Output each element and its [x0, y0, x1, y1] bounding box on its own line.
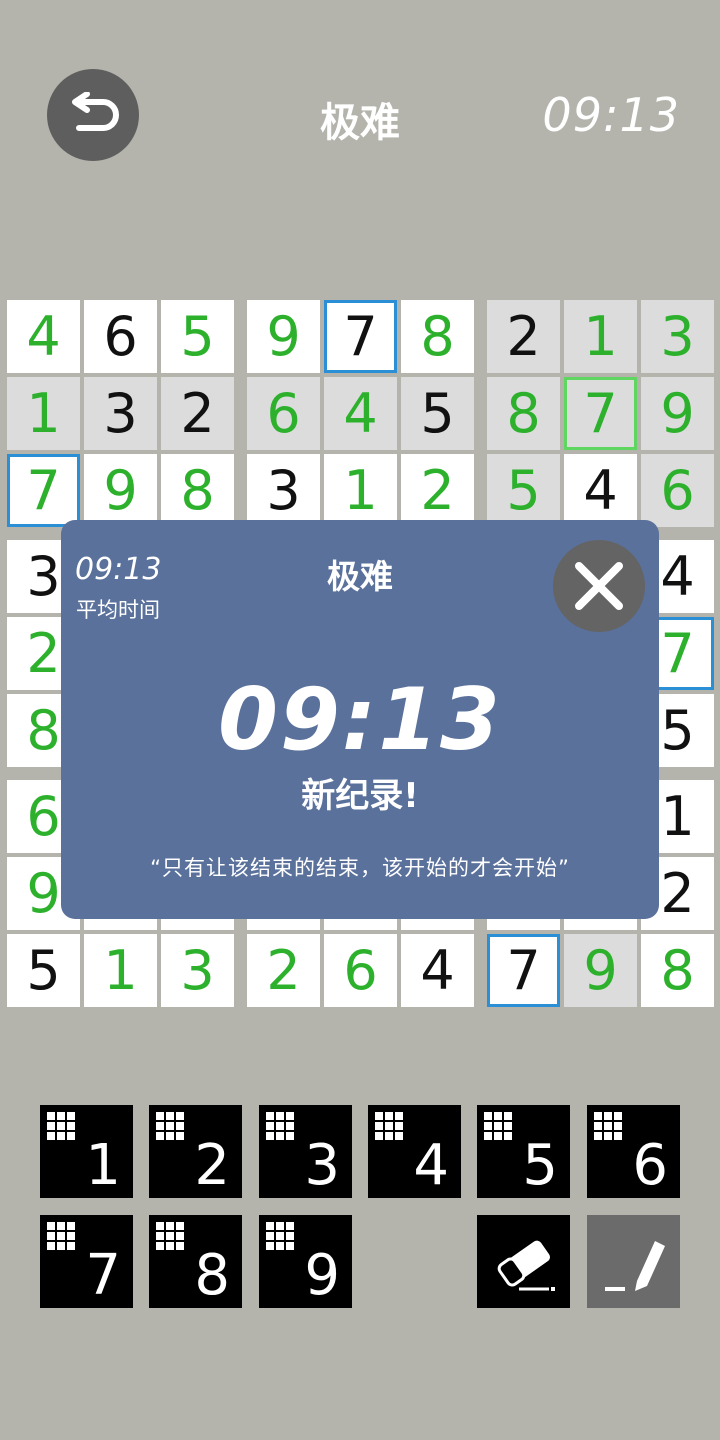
- sudoku-cell[interactable]: 5: [487, 454, 560, 527]
- notes-grid-icon: [484, 1112, 512, 1140]
- sudoku-cell[interactable]: 5: [7, 934, 80, 1007]
- sudoku-cell[interactable]: 1: [564, 300, 637, 373]
- sudoku-cell[interactable]: 2: [401, 454, 474, 527]
- notes-grid-icon: [47, 1222, 75, 1250]
- sudoku-cell[interactable]: 2: [247, 934, 320, 1007]
- sudoku-cell[interactable]: 6: [641, 454, 714, 527]
- sudoku-cell[interactable]: 7: [487, 934, 560, 1007]
- sudoku-cell[interactable]: 9: [84, 454, 157, 527]
- key-number: 3: [304, 1133, 340, 1198]
- sudoku-cell[interactable]: 6: [324, 934, 397, 1007]
- sudoku-cell[interactable]: 3: [641, 300, 714, 373]
- completion-time: 09:13: [218, 670, 502, 770]
- pencil-icon: [604, 1240, 665, 1291]
- sudoku-cell[interactable]: 6: [247, 377, 320, 450]
- sudoku-cell[interactable]: 4: [324, 377, 397, 450]
- sudoku-cell[interactable]: 8: [487, 377, 560, 450]
- notes-grid-icon: [47, 1112, 75, 1140]
- sudoku-cell[interactable]: 1: [84, 934, 157, 1007]
- sudoku-cell[interactable]: 3: [161, 934, 234, 1007]
- sudoku-cell[interactable]: 9: [641, 377, 714, 450]
- number-key-5[interactable]: 5: [477, 1105, 570, 1198]
- key-number: 8: [194, 1243, 230, 1308]
- sudoku-cell[interactable]: 9: [564, 934, 637, 1007]
- sudoku-cell[interactable]: 5: [161, 300, 234, 373]
- sudoku-cell[interactable]: 4: [401, 934, 474, 1007]
- number-key-9[interactable]: 9: [259, 1215, 352, 1308]
- close-dialog-button[interactable]: [553, 540, 645, 632]
- notes-grid-icon: [594, 1112, 622, 1140]
- close-x-icon: [575, 562, 623, 610]
- quote-text: “只有让该结束的结束，该开始的才会开始”: [150, 856, 570, 880]
- sudoku-cell[interactable]: 4: [7, 300, 80, 373]
- key-number: 5: [522, 1133, 558, 1198]
- notes-grid-icon: [156, 1112, 184, 1140]
- sudoku-cell[interactable]: 2: [487, 300, 560, 373]
- notes-grid-icon: [266, 1112, 294, 1140]
- sudoku-cell[interactable]: 1: [324, 454, 397, 527]
- sudoku-cell[interactable]: 3: [247, 454, 320, 527]
- eraser-button[interactable]: [477, 1215, 570, 1308]
- sudoku-cell[interactable]: 1: [7, 377, 80, 450]
- sudoku-cell[interactable]: 9: [247, 300, 320, 373]
- sudoku-cell[interactable]: 7: [564, 377, 637, 450]
- key-number: 1: [85, 1133, 121, 1198]
- key-number: 9: [304, 1243, 340, 1308]
- notes-grid-icon: [156, 1222, 184, 1250]
- sudoku-cell[interactable]: 5: [401, 377, 474, 450]
- sudoku-cell[interactable]: 7: [324, 300, 397, 373]
- number-key-6[interactable]: 6: [587, 1105, 680, 1198]
- key-number: 2: [194, 1133, 230, 1198]
- number-key-4[interactable]: 4: [368, 1105, 461, 1198]
- notes-grid-icon: [266, 1222, 294, 1250]
- notes-grid-icon: [375, 1112, 403, 1140]
- key-number: 7: [85, 1243, 121, 1308]
- result-dialog: 09:13 平均时间 极难 09:13 新纪录! “只有让该结束的结束，该开始的…: [61, 520, 659, 919]
- sudoku-cell[interactable]: 8: [161, 454, 234, 527]
- key-number: 4: [413, 1133, 449, 1198]
- sudoku-cell[interactable]: 6: [84, 300, 157, 373]
- new-record-label: 新纪录!: [301, 776, 419, 816]
- sudoku-cell[interactable]: 8: [641, 934, 714, 1007]
- key-number: 6: [632, 1133, 668, 1198]
- sudoku-cell[interactable]: 2: [161, 377, 234, 450]
- number-key-3[interactable]: 3: [259, 1105, 352, 1198]
- number-key-7[interactable]: 7: [40, 1215, 133, 1308]
- number-key-8[interactable]: 8: [149, 1215, 242, 1308]
- sudoku-cell[interactable]: 7: [7, 454, 80, 527]
- pencil-notes-button[interactable]: [587, 1215, 680, 1308]
- sudoku-cell[interactable]: 3: [84, 377, 157, 450]
- average-time-label: 平均时间: [76, 598, 160, 622]
- sudoku-cell[interactable]: 8: [401, 300, 474, 373]
- sudoku-cell[interactable]: 4: [564, 454, 637, 527]
- eraser-icon: [497, 1240, 555, 1291]
- number-key-1[interactable]: 1: [40, 1105, 133, 1198]
- number-key-2[interactable]: 2: [149, 1105, 242, 1198]
